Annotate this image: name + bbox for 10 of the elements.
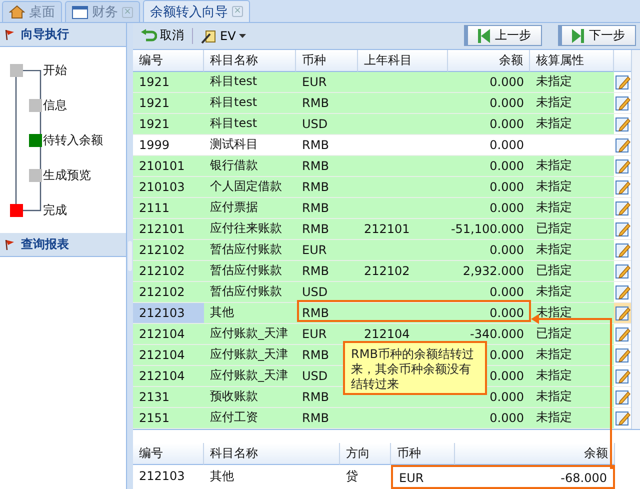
table-cell: 应付工资 bbox=[204, 408, 296, 429]
table-cell-text: 贷 bbox=[345, 468, 359, 484]
table-cell: RMB bbox=[296, 408, 358, 429]
table-cell-text: 其他 bbox=[209, 468, 235, 484]
table-cell-text: -68.000 bbox=[560, 470, 608, 487]
table-cell: 2151 bbox=[133, 408, 204, 429]
table-cell: 0.000 bbox=[448, 408, 530, 429]
table-cell-text: 212103 bbox=[138, 468, 186, 485]
table-cell-text: EUR bbox=[398, 470, 425, 487]
table-cell: 212103 bbox=[133, 302, 204, 324]
